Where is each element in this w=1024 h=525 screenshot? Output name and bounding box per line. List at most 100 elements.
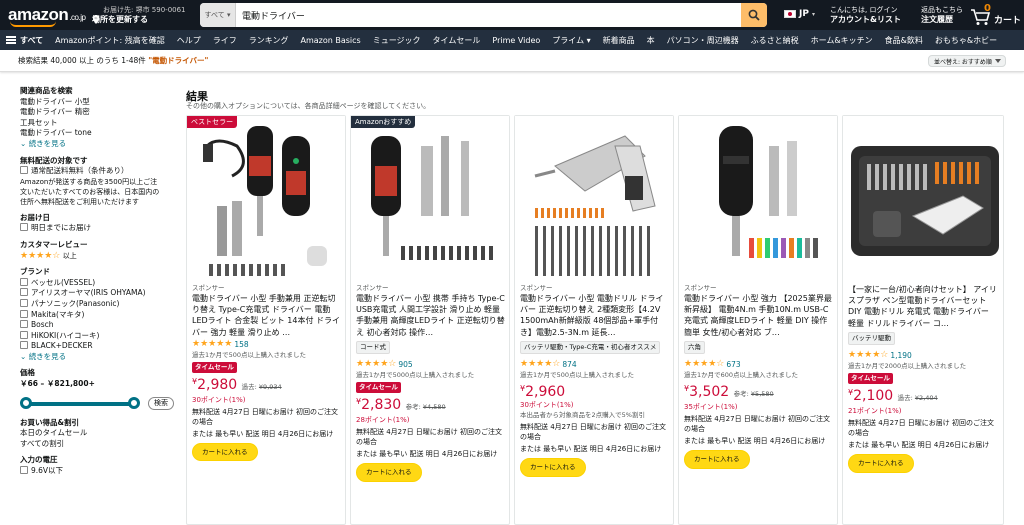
- delivery-option[interactable]: 明日までにお届け: [20, 223, 170, 234]
- product-image[interactable]: [515, 116, 673, 282]
- account-menu[interactable]: こんにちは, ログイン アカウント&リスト: [830, 5, 901, 25]
- nav-item[interactable]: パソコン・周辺機器: [661, 35, 745, 46]
- rating-count[interactable]: 905: [398, 359, 412, 370]
- brand-option[interactable]: アイリスオーヤマ(IRIS OHYAMA): [20, 288, 170, 299]
- brand-see-more-link[interactable]: ⌄ 続きを見る: [20, 352, 170, 363]
- brand-option[interactable]: ベッセル(VESSEL): [20, 277, 170, 289]
- brand-label: HiKOKI(ハイコーキ): [31, 330, 100, 340]
- shipping-info: 無料配送 4月27日 日曜にお届け 初回のご注文の場合: [684, 415, 831, 434]
- best-seller-badge: ベストセラー: [187, 116, 238, 128]
- nav-item[interactable]: ミュージック: [367, 35, 427, 46]
- price[interactable]: ¥2,960: [520, 381, 670, 400]
- deals-item[interactable]: すべての割引: [20, 439, 170, 450]
- brand-option[interactable]: Makita(マキタ): [20, 309, 170, 321]
- free-ship-option[interactable]: 通常配送料無料（条件あり）: [20, 166, 170, 177]
- nav-item[interactable]: ふるさと納税: [745, 35, 805, 46]
- add-to-cart-button[interactable]: カートに入れる: [192, 442, 258, 462]
- product-title[interactable]: 電動ドライバー 小型 手動兼用 正逆転切り替え Type-C充電式 ドライバー …: [192, 293, 342, 338]
- voltage-option[interactable]: 9.6V以下: [20, 466, 170, 477]
- rating-count[interactable]: 874: [562, 359, 576, 370]
- price[interactable]: ¥3,502 参考: ¥5,580: [684, 381, 834, 402]
- rating-row[interactable]: ★★★★☆ 905: [356, 359, 506, 370]
- checkbox[interactable]: [20, 309, 28, 318]
- search-button[interactable]: [741, 3, 767, 27]
- add-to-cart-button[interactable]: カートに入れる: [356, 463, 422, 482]
- nav-item[interactable]: ランキング: [243, 35, 295, 46]
- product-card[interactable]: 【一家に一台/初心者向けセット】 アイリスプラザ ペン型電動ドライバーセット D…: [842, 115, 1004, 525]
- product-title[interactable]: 電動ドライバー 小型 強力 【2025業界最新昇級】 電動4N.m 手動10N.…: [684, 293, 834, 338]
- checkbox[interactable]: [20, 466, 28, 475]
- product-image[interactable]: Amazonおすすめ: [351, 116, 509, 282]
- nav-item[interactable]: ライフ: [207, 35, 243, 46]
- related-item[interactable]: 工具セット: [20, 118, 170, 129]
- product-title[interactable]: 電動ドライバー 小型 電動ドリル ドライバー 正逆転切り替え 2種類変形【4.2…: [520, 293, 670, 338]
- checkbox[interactable]: [20, 288, 28, 297]
- nav-item[interactable]: ホーム&キッチン: [805, 35, 879, 46]
- product-card[interactable]: スポンサー 電動ドライバー 小型 強力 【2025業界最新昇級】 電動4N.m …: [678, 115, 838, 525]
- checkbox[interactable]: [20, 277, 28, 286]
- search-input[interactable]: [236, 3, 741, 27]
- product-image[interactable]: ベストセラー: [187, 116, 345, 282]
- rating-row[interactable]: ★★★★☆ 1,190: [848, 350, 998, 361]
- all-menu-button[interactable]: すべて: [0, 35, 49, 46]
- product-title[interactable]: 電動ドライバー 小型 携帯 手持ち Type-C USB充電式 人間工学設計 滑…: [356, 293, 506, 338]
- add-to-cart-button[interactable]: カートに入れる: [684, 450, 750, 469]
- brand-option[interactable]: HiKOKI(ハイコーキ): [20, 330, 170, 342]
- related-item[interactable]: 電動ドライバー tone: [20, 128, 170, 139]
- deliver-to[interactable]: お届け先: 堺市 590-0061 場所を更新する: [92, 5, 186, 25]
- language-selector[interactable]: JP ▾: [784, 9, 815, 19]
- product-card[interactable]: Amazonおすすめ スポンサー 電動ドライバー 小型 携帯 手持ち Type-…: [350, 115, 510, 525]
- price-go-button[interactable]: 検索: [148, 396, 174, 410]
- search-category-select[interactable]: すべて ▾: [200, 3, 236, 27]
- rating-count[interactable]: 673: [726, 359, 740, 370]
- cart-button[interactable]: 0 カート: [970, 3, 1021, 26]
- sponsored-label: スポンサー: [684, 284, 717, 292]
- checkbox[interactable]: [20, 298, 28, 307]
- product-title[interactable]: 【一家に一台/初心者向けセット】 アイリスプラザ ペン型電動ドライバーセット D…: [848, 284, 998, 329]
- nav-item[interactable]: タイムセール: [427, 35, 487, 46]
- brand-option[interactable]: BLACK+DECKER: [20, 341, 170, 352]
- rating-row[interactable]: ★★★★★ 158: [192, 339, 342, 350]
- price[interactable]: ¥2,980 過去: ¥9,934: [192, 374, 342, 395]
- deals-item[interactable]: 本日のタイムセール: [20, 428, 170, 439]
- product-card[interactable]: ベストセラー スポンサー 電動ドライバー 小型 手動兼用 正逆転切り替え Typ…: [186, 115, 346, 525]
- nav-item[interactable]: 新着商品: [597, 35, 641, 46]
- see-more-link[interactable]: ⌄ 続きを見る: [20, 139, 170, 150]
- amazon-logo[interactable]: amazon.co.jp: [8, 5, 86, 27]
- sort-dropdown[interactable]: 並べ替え: おすすめ順: [928, 55, 1006, 67]
- price[interactable]: ¥2,830 参考: ¥4,580: [356, 394, 506, 415]
- orders-link[interactable]: 返品もこちら 注文履歴: [921, 5, 963, 25]
- rating-row[interactable]: ★★★★☆ 673: [684, 359, 834, 370]
- related-item[interactable]: 電動ドライバー 小型: [20, 97, 170, 108]
- checkbox[interactable]: [20, 320, 28, 329]
- brand-option[interactable]: パナソニック(Panasonic): [20, 298, 170, 310]
- checkbox[interactable]: [20, 166, 28, 175]
- product-card[interactable]: スポンサー 電動ドライバー 小型 電動ドリル ドライバー 正逆転切り替え 2種類…: [514, 115, 674, 525]
- chevron-down-icon: ⌄: [20, 351, 27, 361]
- nav-item[interactable]: Amazon Basics: [294, 36, 366, 45]
- rating-count[interactable]: 1,190: [890, 350, 911, 361]
- product-image[interactable]: [843, 116, 1003, 282]
- product-image[interactable]: [679, 116, 837, 282]
- nav-item[interactable]: プライム ▾: [546, 35, 596, 46]
- rating-count[interactable]: 158: [234, 339, 248, 350]
- checkbox[interactable]: [20, 330, 28, 339]
- checkbox[interactable]: [20, 341, 28, 350]
- nav-item[interactable]: ヘルプ: [171, 35, 207, 46]
- review-filter[interactable]: ★★★★☆ 以上: [20, 251, 170, 262]
- rating-row[interactable]: ★★★★☆ 874: [520, 359, 670, 370]
- price[interactable]: ¥2,100 過去: ¥2,404: [848, 385, 998, 406]
- price-max-handle[interactable]: [128, 396, 140, 409]
- nav-item[interactable]: Amazonポイント: 残高を確認: [49, 35, 171, 46]
- price-min-handle[interactable]: [20, 396, 32, 409]
- nav-item[interactable]: 食品&飲料: [879, 35, 929, 46]
- checkbox[interactable]: [20, 223, 28, 232]
- nav-item[interactable]: Prime Video: [486, 36, 546, 45]
- add-to-cart-button[interactable]: カートに入れる: [848, 454, 914, 473]
- brand-option[interactable]: Bosch: [20, 320, 170, 331]
- add-to-cart-button[interactable]: カートに入れる: [520, 458, 586, 477]
- price-slider[interactable]: 検索: [20, 394, 174, 412]
- nav-item[interactable]: 本: [641, 35, 661, 46]
- related-item[interactable]: 電動ドライバー 精密: [20, 107, 170, 118]
- nav-item[interactable]: おもちゃ&ホビー: [929, 35, 1003, 46]
